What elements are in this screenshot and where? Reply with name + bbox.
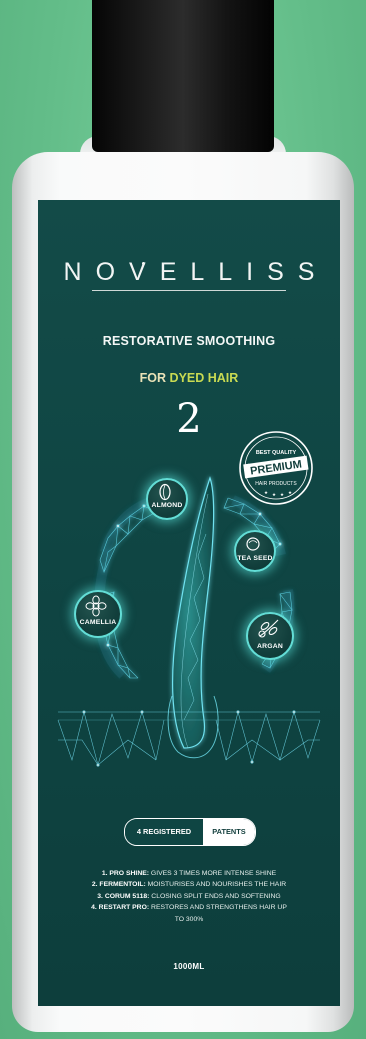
- claim-line: 2. FERMENTOIL: MOISTURISES AND NOURISHES…: [91, 881, 287, 889]
- almond-icon: [159, 483, 171, 501]
- brand-logo: NOVELLISS: [63, 258, 329, 286]
- premium-seal: ★ ★ BEST QUALITY PREMIUM HAIR PRODUCTS ★…: [239, 431, 313, 505]
- target-accent: DYED HAIR: [169, 371, 239, 385]
- patents-count: 4 REGISTERED: [125, 819, 203, 845]
- hair-strand: [167, 476, 219, 759]
- claim-line: 3. CORUM 5118: CLOSING SPLIT ENDS AND SO…: [97, 892, 281, 900]
- svg-text:★: ★: [280, 492, 285, 497]
- seal-top-text: BEST QUALITY: [256, 450, 297, 456]
- patents-badge: 4 REGISTERED PATENTS: [38, 818, 340, 846]
- claim-line: 1. PRO SHINE: GIVES 3 TIMES MORE INTENSE…: [101, 870, 277, 877]
- target-prefix: FOR: [139, 371, 167, 385]
- patents-pill: 4 REGISTERED PATENTS: [124, 818, 256, 846]
- product-scene: ★ ★ BEST QUALITY PREMIUM HAIR PRODUCTS ★…: [0, 0, 366, 1039]
- ingredient-label: CAMELLIA: [79, 619, 117, 626]
- volume-text: 1000ML: [173, 962, 205, 971]
- ingredient-label: TEA SEED: [237, 555, 273, 562]
- patents-word: PATENTS: [203, 819, 255, 845]
- ingredient-label: ALMOND: [151, 502, 183, 509]
- ingredient-almond: ALMOND: [146, 478, 188, 520]
- product-title: RESTORATIVE SMOOTHING: [102, 334, 276, 348]
- bottle-cap: [92, 0, 274, 152]
- camellia-flower-icon: [85, 595, 107, 617]
- svg-text:★: ★: [272, 492, 277, 497]
- ingredient-camellia: CAMELLIA: [74, 590, 122, 638]
- ingredient-tea-seed: TEA SEED: [234, 530, 276, 572]
- brand-underline: [92, 290, 286, 291]
- seal-main-text: PREMIUM: [249, 458, 302, 477]
- ingredient-argan: ARGAN: [246, 612, 294, 660]
- svg-text:★: ★: [264, 490, 269, 495]
- claims-list: 1. PRO SHINE: GIVES 3 TIMES MORE INTENSE…: [38, 868, 340, 925]
- ingredient-label: ARGAN: [257, 643, 283, 650]
- claim-line: TO 300%: [174, 915, 204, 923]
- product-label: ★ ★ BEST QUALITY PREMIUM HAIR PRODUCTS ★…: [38, 200, 340, 1006]
- tea-seed-icon: [246, 537, 260, 551]
- target-line: FOR DYED HAIR: [38, 371, 340, 385]
- seal-bottom-text: HAIR PRODUCTS: [255, 481, 297, 487]
- claim-line: 4. RESTART PRO: RESTORES AND STRENGTHENS…: [91, 904, 287, 912]
- step-number: 2: [176, 396, 202, 442]
